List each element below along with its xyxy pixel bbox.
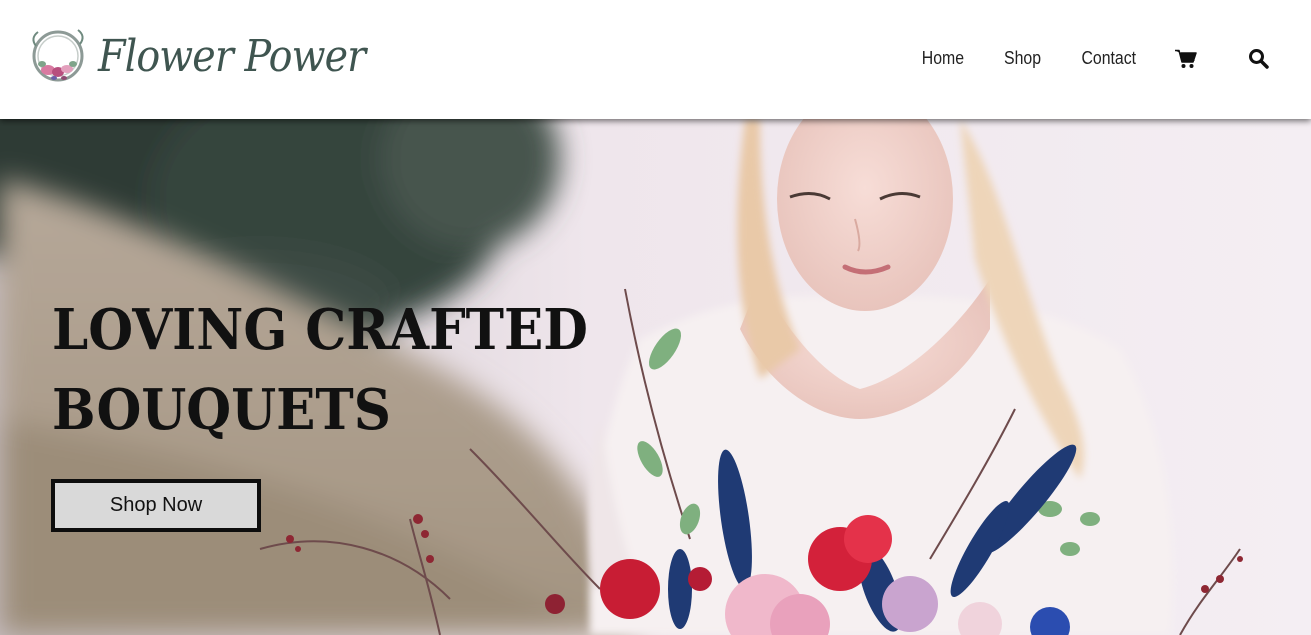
shopping-cart-icon[interactable]	[1175, 49, 1197, 69]
hero-banner: LOVING CRAFTED BOUQUETS Shop Now	[0, 119, 1311, 635]
hero-heading-line-1: LOVING CRAFTED	[52, 297, 588, 363]
shop-now-button[interactable]: Shop Now	[51, 479, 261, 532]
logo-link[interactable]: Flower Power	[26, 22, 395, 92]
brand-name: Flower Power	[98, 31, 366, 82]
floral-wreath-icon	[32, 29, 84, 82]
search-icon[interactable]	[1248, 48, 1269, 69]
nav-contact[interactable]: Contact	[1081, 48, 1136, 69]
nav-shop[interactable]: Shop	[1004, 48, 1041, 69]
site-header: Flower Power Home Shop Contact	[0, 0, 1311, 119]
hero-heading-line-2: BOUQUETS	[52, 377, 391, 443]
nav-home[interactable]: Home	[922, 48, 964, 69]
hero-heading: LOVING CRAFTED BOUQUETS	[52, 290, 622, 450]
page: Flower Power Home Shop Contact LOVING CR…	[0, 0, 1311, 635]
